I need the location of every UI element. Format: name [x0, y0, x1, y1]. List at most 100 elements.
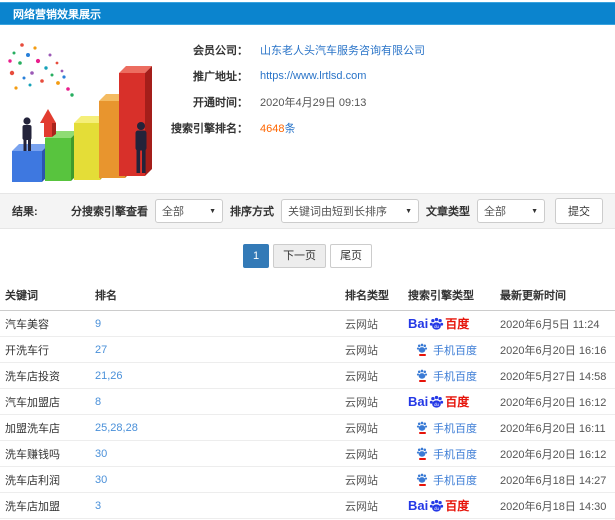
engine-rank-value: 4648条: [260, 120, 295, 136]
keyword-cell: 开洗车行: [5, 344, 49, 357]
rank-link[interactable]: 9: [95, 318, 345, 330]
rank-link[interactable]: 21,26: [95, 370, 345, 382]
result-label: 结果:: [12, 206, 38, 218]
keyword-cell: 加盟洗车店: [5, 422, 60, 435]
dropdown-arrow-icon: ▼: [209, 207, 216, 215]
rank-count: 4648: [260, 123, 285, 135]
filter-bar: 结果: 分搜索引擎查看 全部 ▼ 排序方式 关键词由短到长排序 ▼ 文章类型 全…: [0, 193, 615, 229]
engine-cell: du 手机百度: [408, 342, 500, 358]
col-rank-type: 排名类型: [345, 289, 389, 302]
article-type-value: 全部: [484, 206, 506, 218]
company-link[interactable]: 山东老人头汽车服务咨询有限公司: [260, 42, 425, 58]
engine-filter-value: 全部: [162, 206, 184, 218]
rank-link[interactable]: 8: [95, 396, 345, 408]
rank-type-cell: 云网站: [345, 422, 378, 435]
engine-cell: du 手机百度: [408, 446, 500, 462]
mobile-baidu-paw-icon: [416, 343, 428, 356]
app-header: 网络营销效果展示: [0, 2, 615, 25]
article-type-select[interactable]: 全部 ▼: [477, 199, 545, 223]
mobile-baidu-label: 手机百度: [433, 448, 477, 461]
engine-filter-select[interactable]: 全部 ▼: [155, 199, 223, 223]
rank-type-cell: 云网站: [345, 344, 378, 357]
rank-link[interactable]: 30: [95, 474, 345, 486]
rank-type-cell: 云网站: [345, 318, 378, 331]
promo-url-label: 推广地址：: [193, 71, 248, 83]
table-row: 加盟洗车店 25,28,28 云网站 du: [0, 415, 615, 441]
mobile-baidu-paw-icon: [416, 421, 428, 434]
updated-cell: 2020年6月20日 16:11: [500, 422, 606, 435]
engine-filter-label: 分搜索引擎查看: [71, 206, 148, 218]
keyword-cell: 汽车加盟店: [5, 396, 60, 409]
svg-text:du: du: [434, 506, 439, 511]
table-row: 洗车店利润 30 云网站 du: [0, 467, 615, 493]
info-row-company: 会员公司： 山东老人头汽车服务咨询有限公司: [160, 37, 615, 63]
col-updated: 最新更新时间: [500, 289, 566, 302]
table-row: 洗车店加盟 3 云网站 Bai du 百度 2020年6月18日 14:30: [0, 493, 615, 519]
mobile-baidu-red-bar: [418, 432, 426, 434]
mobile-baidu-red-bar: [418, 458, 426, 460]
sort-value: 关键词由短到长排序: [288, 206, 387, 218]
company-label: 会员公司：: [193, 45, 248, 57]
table-row: 洗车店投资 21,26 云网站 du: [0, 363, 615, 389]
bar-chart-illustration: [8, 43, 152, 182]
keyword-cell: 洗车店加盟: [5, 500, 60, 513]
updated-cell: 2020年5月27日 14:58: [500, 370, 607, 383]
submit-button[interactable]: 提交: [555, 198, 603, 224]
mobile-baidu-badge: 手机百度: [416, 368, 477, 384]
sort-select[interactable]: 关键词由短到长排序 ▼: [281, 199, 419, 223]
engine-cell: du 手机百度: [408, 420, 500, 436]
col-rank: 排名: [95, 289, 117, 302]
rank-type-cell: 云网站: [345, 448, 378, 461]
keyword-cell: 洗车店利润: [5, 474, 60, 487]
mobile-baidu-badge: 手机百度: [416, 446, 477, 462]
info-row-rank: 搜索引擎排名： 4648条: [160, 115, 615, 141]
mobile-baidu-label: 手机百度: [433, 474, 477, 487]
engine-rank-label: 搜索引擎排名：: [171, 123, 248, 135]
keyword-cell: 洗车店投资: [5, 370, 60, 383]
pagination: 1 下一页 尾页: [0, 244, 615, 268]
dropdown-arrow-icon: ▼: [405, 207, 412, 215]
mobile-baidu-red-bar: [418, 484, 426, 486]
table-row: 开洗车行 27 云网站 du: [0, 337, 615, 363]
table-row: 汽车加盟店 8 云网站 Bai du 百度 2020年6月20日 16:12: [0, 389, 615, 415]
updated-cell: 2020年6月5日 11:24: [500, 318, 600, 331]
rank-type-cell: 云网站: [345, 500, 378, 513]
next-page-button[interactable]: 下一页: [273, 244, 327, 268]
promo-url-link[interactable]: https://www.lrtlsd.com: [260, 70, 366, 82]
rank-type-cell: 云网站: [345, 370, 378, 383]
sort-label: 排序方式: [230, 206, 274, 218]
baidu-logo: Bai du 百度: [408, 316, 470, 331]
results-table: 关键词 排名 排名类型 搜索引擎类型 最新更新时间 汽车美容 9 云网站 Bai…: [0, 279, 615, 519]
open-time-label: 开通时间：: [193, 97, 248, 109]
info-row-url: 推广地址： https://www.lrtlsd.com: [160, 63, 615, 89]
updated-cell: 2020年6月20日 16:12: [500, 448, 607, 461]
rank-link[interactable]: 25,28,28: [95, 422, 345, 434]
dropdown-arrow-icon: ▼: [531, 207, 538, 215]
mobile-baidu-badge: 手机百度: [416, 472, 477, 488]
rank-link[interactable]: 3: [95, 500, 345, 512]
baidu-logo: Bai du 百度: [408, 394, 470, 409]
mobile-baidu-label: 手机百度: [433, 422, 477, 435]
mobile-baidu-paw-icon: [416, 369, 428, 382]
rank-unit: 条: [284, 123, 296, 135]
info-list: 会员公司： 山东老人头汽车服务咨询有限公司 推广地址： https://www.…: [160, 33, 615, 188]
mobile-baidu-label: 手机百度: [433, 344, 477, 357]
svg-text:du: du: [434, 402, 439, 407]
mobile-baidu-paw-icon: [416, 473, 428, 486]
keyword-cell: 汽车美容: [5, 318, 49, 331]
last-page-button[interactable]: 尾页: [330, 244, 373, 268]
updated-cell: 2020年6月18日 14:27: [500, 474, 607, 487]
table-row: 洗车赚钱吗 30 云网站 du: [0, 441, 615, 467]
keyword-cell: 洗车赚钱吗: [5, 448, 60, 461]
page-1-button[interactable]: 1: [242, 244, 270, 268]
baidu-paw-icon: du: [429, 317, 444, 330]
rank-link[interactable]: 27: [95, 344, 345, 356]
col-keyword: 关键词: [5, 289, 38, 302]
info-section: 会员公司： 山东老人头汽车服务咨询有限公司 推广地址： https://www.…: [0, 25, 615, 188]
table-body: 汽车美容 9 云网站 Bai du 百度 2020年6月5日 11:24 开洗车…: [0, 311, 615, 519]
rank-type-cell: 云网站: [345, 396, 378, 409]
rank-type-cell: 云网站: [345, 474, 378, 487]
table-row: 汽车美容 9 云网站 Bai du 百度 2020年6月5日 11:24: [0, 311, 615, 337]
engine-cell: Bai du 百度: [408, 497, 500, 514]
rank-link[interactable]: 30: [95, 448, 345, 460]
